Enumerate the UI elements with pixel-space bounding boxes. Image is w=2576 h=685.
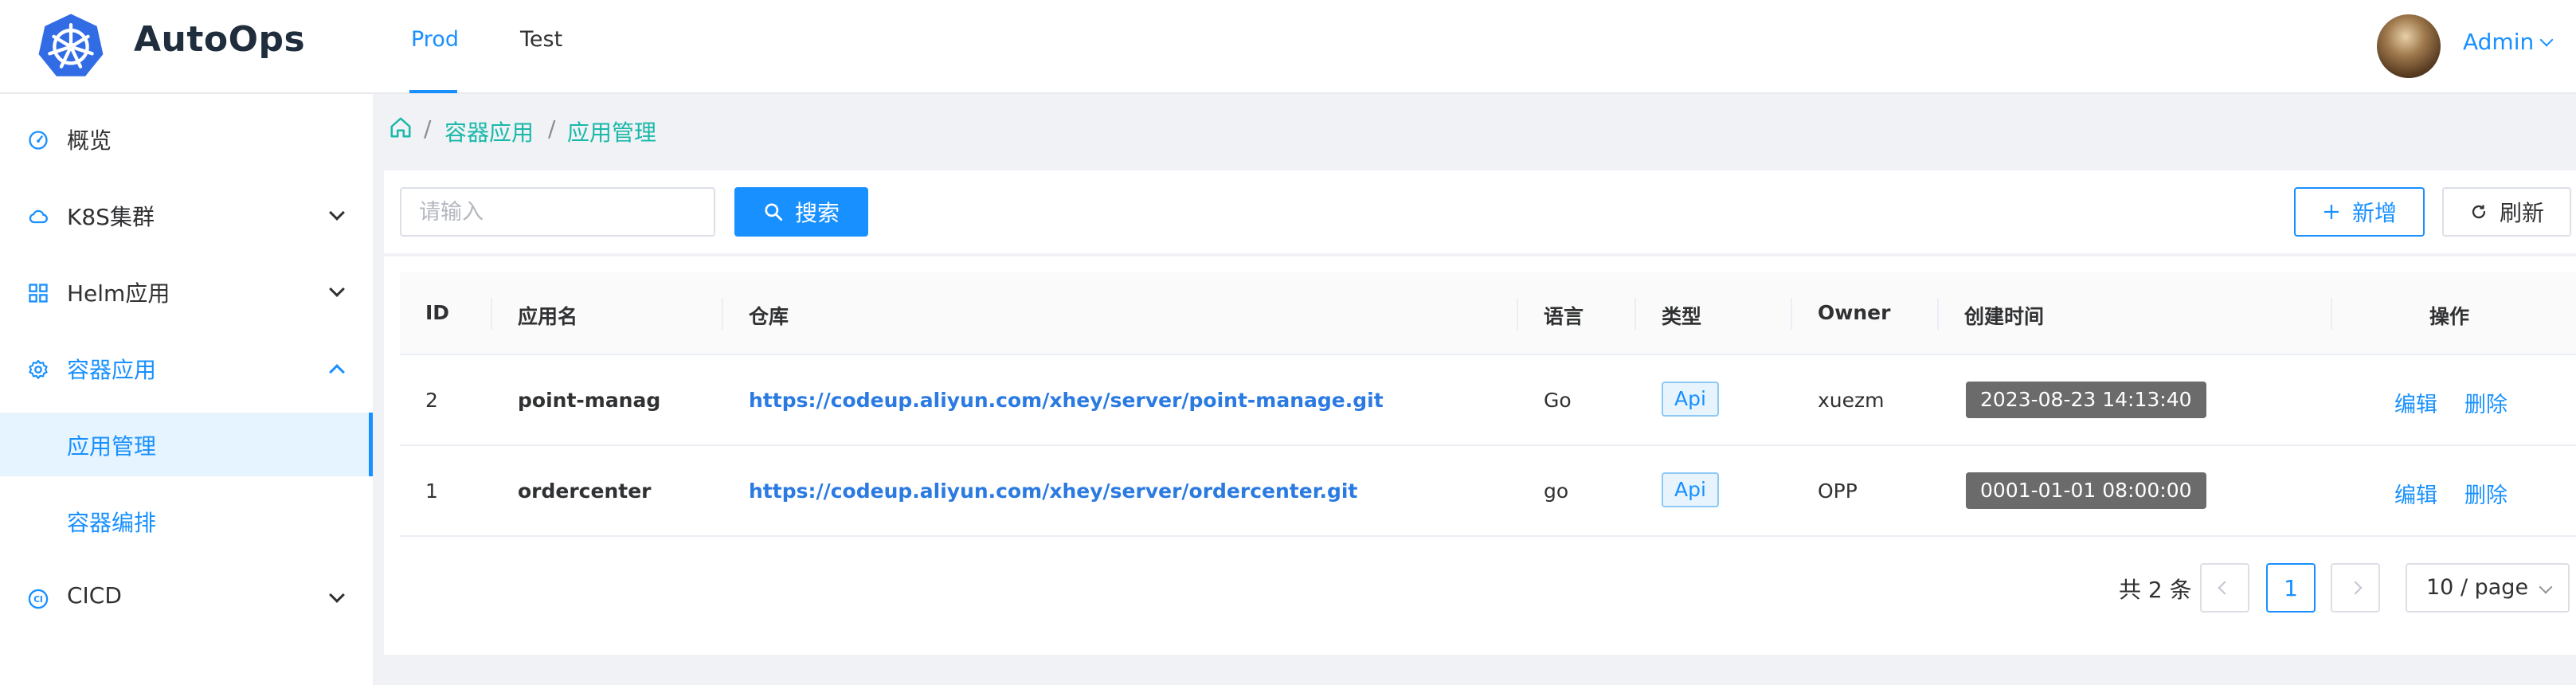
breadcrumb-separator: / bbox=[548, 115, 556, 142]
active-tab-indicator bbox=[409, 90, 457, 93]
table-header bbox=[400, 272, 2576, 355]
cell-app-name: ordercenter bbox=[518, 480, 652, 503]
column-divider bbox=[2331, 298, 2332, 330]
user-name: Admin bbox=[2463, 29, 2535, 55]
breadcrumb-separator: / bbox=[424, 115, 432, 142]
column-header-repository: 仓库 bbox=[749, 305, 789, 328]
chevron-down-icon bbox=[2539, 33, 2554, 47]
created-time-badge: 0001-01-01 08:00:00 bbox=[1966, 472, 2206, 509]
search-button-label: 搜索 bbox=[794, 200, 840, 226]
kubernetes-logo-icon[interactable] bbox=[37, 11, 105, 80]
edit-button[interactable]: 编辑 bbox=[2394, 387, 2437, 418]
pagination-total: 共 2 条 bbox=[2119, 577, 2192, 603]
sidebar: 概览 K8S集群 Helm应用 容器应用 应用管理 容器编排 CI CICD bbox=[0, 94, 373, 685]
user-avatar[interactable] bbox=[2377, 14, 2441, 78]
table-row bbox=[400, 446, 2576, 537]
cell-owner: xuezm bbox=[1818, 389, 1885, 412]
sidebar-item-overview[interactable]: 概览 bbox=[0, 107, 373, 170]
app-brand-title: AutoOps bbox=[134, 19, 306, 60]
plus-icon bbox=[2323, 205, 2339, 219]
cell-owner: OPP bbox=[1818, 480, 1858, 503]
column-divider bbox=[1791, 298, 1792, 330]
page-size-select[interactable]: 10 / page bbox=[2406, 563, 2570, 613]
chevron-down-icon bbox=[2539, 580, 2553, 594]
sidebar-item-label: Helm应用 bbox=[67, 280, 170, 307]
sidebar-item-cicd[interactable]: CI CICD bbox=[0, 566, 373, 629]
tab-test[interactable]: Test bbox=[520, 27, 562, 52]
sidebar-item-k8s-cluster[interactable]: K8S集群 bbox=[0, 183, 373, 247]
chevron-up-icon bbox=[329, 364, 345, 380]
refresh-button-label: 刷新 bbox=[2499, 200, 2544, 226]
column-header-app-name: 应用名 bbox=[518, 305, 578, 328]
cloud-icon bbox=[29, 209, 48, 224]
sidebar-item-label: 容器应用 bbox=[67, 357, 157, 383]
column-header-owner: Owner bbox=[1818, 301, 1891, 324]
type-tag: Api bbox=[1662, 472, 1719, 507]
page-size-value: 10 / page bbox=[2426, 575, 2529, 600]
type-tag: Api bbox=[1662, 382, 1719, 417]
search-icon bbox=[765, 203, 783, 221]
column-divider bbox=[1634, 298, 1636, 330]
add-button-label: 新增 bbox=[2351, 200, 2397, 226]
cell-language: go bbox=[1544, 480, 1569, 503]
dashboard-icon bbox=[29, 131, 48, 150]
search-button[interactable]: 搜索 bbox=[734, 187, 868, 237]
next-page-button[interactable] bbox=[2331, 563, 2380, 613]
column-header-language: 语言 bbox=[1544, 305, 1584, 328]
home-icon[interactable] bbox=[389, 115, 413, 139]
edit-button[interactable]: 编辑 bbox=[2394, 478, 2437, 509]
sidebar-subitem-label: 应用管理 bbox=[67, 433, 157, 460]
chevron-down-icon bbox=[329, 281, 345, 297]
cell-repo-link[interactable]: https://codeup.aliyun.com/xhey/server/po… bbox=[749, 389, 1384, 412]
sidebar-subitem-app-management[interactable]: 应用管理 bbox=[0, 413, 373, 476]
breadcrumb-item-app-management: 应用管理 bbox=[567, 119, 657, 146]
chevron-down-icon bbox=[329, 205, 345, 221]
column-divider bbox=[722, 298, 723, 330]
search-input[interactable] bbox=[400, 187, 715, 237]
table-row bbox=[400, 355, 2576, 446]
column-divider bbox=[1517, 298, 1518, 330]
chevron-down-icon bbox=[329, 587, 345, 603]
sidebar-item-label: CICD bbox=[67, 582, 122, 609]
delete-button[interactable]: 删除 bbox=[2464, 387, 2507, 418]
sidebar-item-label: 概览 bbox=[67, 127, 112, 154]
created-time-badge: 2023-08-23 14:13:40 bbox=[1966, 382, 2206, 418]
sidebar-item-helm-apps[interactable]: Helm应用 bbox=[0, 260, 373, 323]
cell-id: 1 bbox=[425, 480, 438, 503]
cell-id: 2 bbox=[425, 389, 438, 412]
cell-repo-link[interactable]: https://codeup.aliyun.com/xhey/server/or… bbox=[749, 480, 1357, 503]
column-header-type: 类型 bbox=[1662, 305, 1702, 328]
sidebar-subitem-label: 容器编排 bbox=[67, 510, 157, 536]
prev-page-button[interactable] bbox=[2200, 563, 2249, 613]
column-header-actions: 操作 bbox=[2429, 305, 2470, 328]
gear-icon bbox=[29, 359, 48, 379]
sidebar-item-label: K8S集群 bbox=[67, 204, 155, 230]
column-header-created: 创建时间 bbox=[1964, 305, 2045, 328]
column-divider bbox=[491, 298, 492, 330]
sidebar-item-container-apps[interactable]: 容器应用 bbox=[0, 336, 373, 400]
page-number-button[interactable]: 1 bbox=[2266, 563, 2316, 613]
svg-text:CI: CI bbox=[33, 595, 43, 605]
chevron-left-icon bbox=[2218, 581, 2232, 595]
sidebar-subitem-container-orchestration[interactable]: 容器编排 bbox=[0, 489, 373, 553]
chevron-right-icon bbox=[2348, 581, 2363, 595]
grid-icon bbox=[29, 284, 48, 303]
column-header-id: ID bbox=[425, 301, 450, 324]
add-button[interactable]: 新增 bbox=[2294, 187, 2425, 237]
cell-app-name: point-manag bbox=[518, 389, 661, 412]
cell-language: Go bbox=[1544, 389, 1572, 412]
cicd-icon: CI bbox=[28, 589, 49, 609]
column-divider bbox=[1937, 298, 1939, 330]
delete-button[interactable]: 删除 bbox=[2464, 478, 2507, 509]
refresh-icon bbox=[2472, 205, 2486, 219]
breadcrumb-item-container-apps[interactable]: 容器应用 bbox=[444, 115, 534, 147]
top-header: AutoOps Prod Test Admin bbox=[0, 0, 2576, 94]
refresh-button[interactable]: 刷新 bbox=[2442, 187, 2571, 237]
tab-prod[interactable]: Prod bbox=[411, 27, 459, 52]
user-menu-dropdown[interactable]: Admin bbox=[2463, 29, 2554, 55]
